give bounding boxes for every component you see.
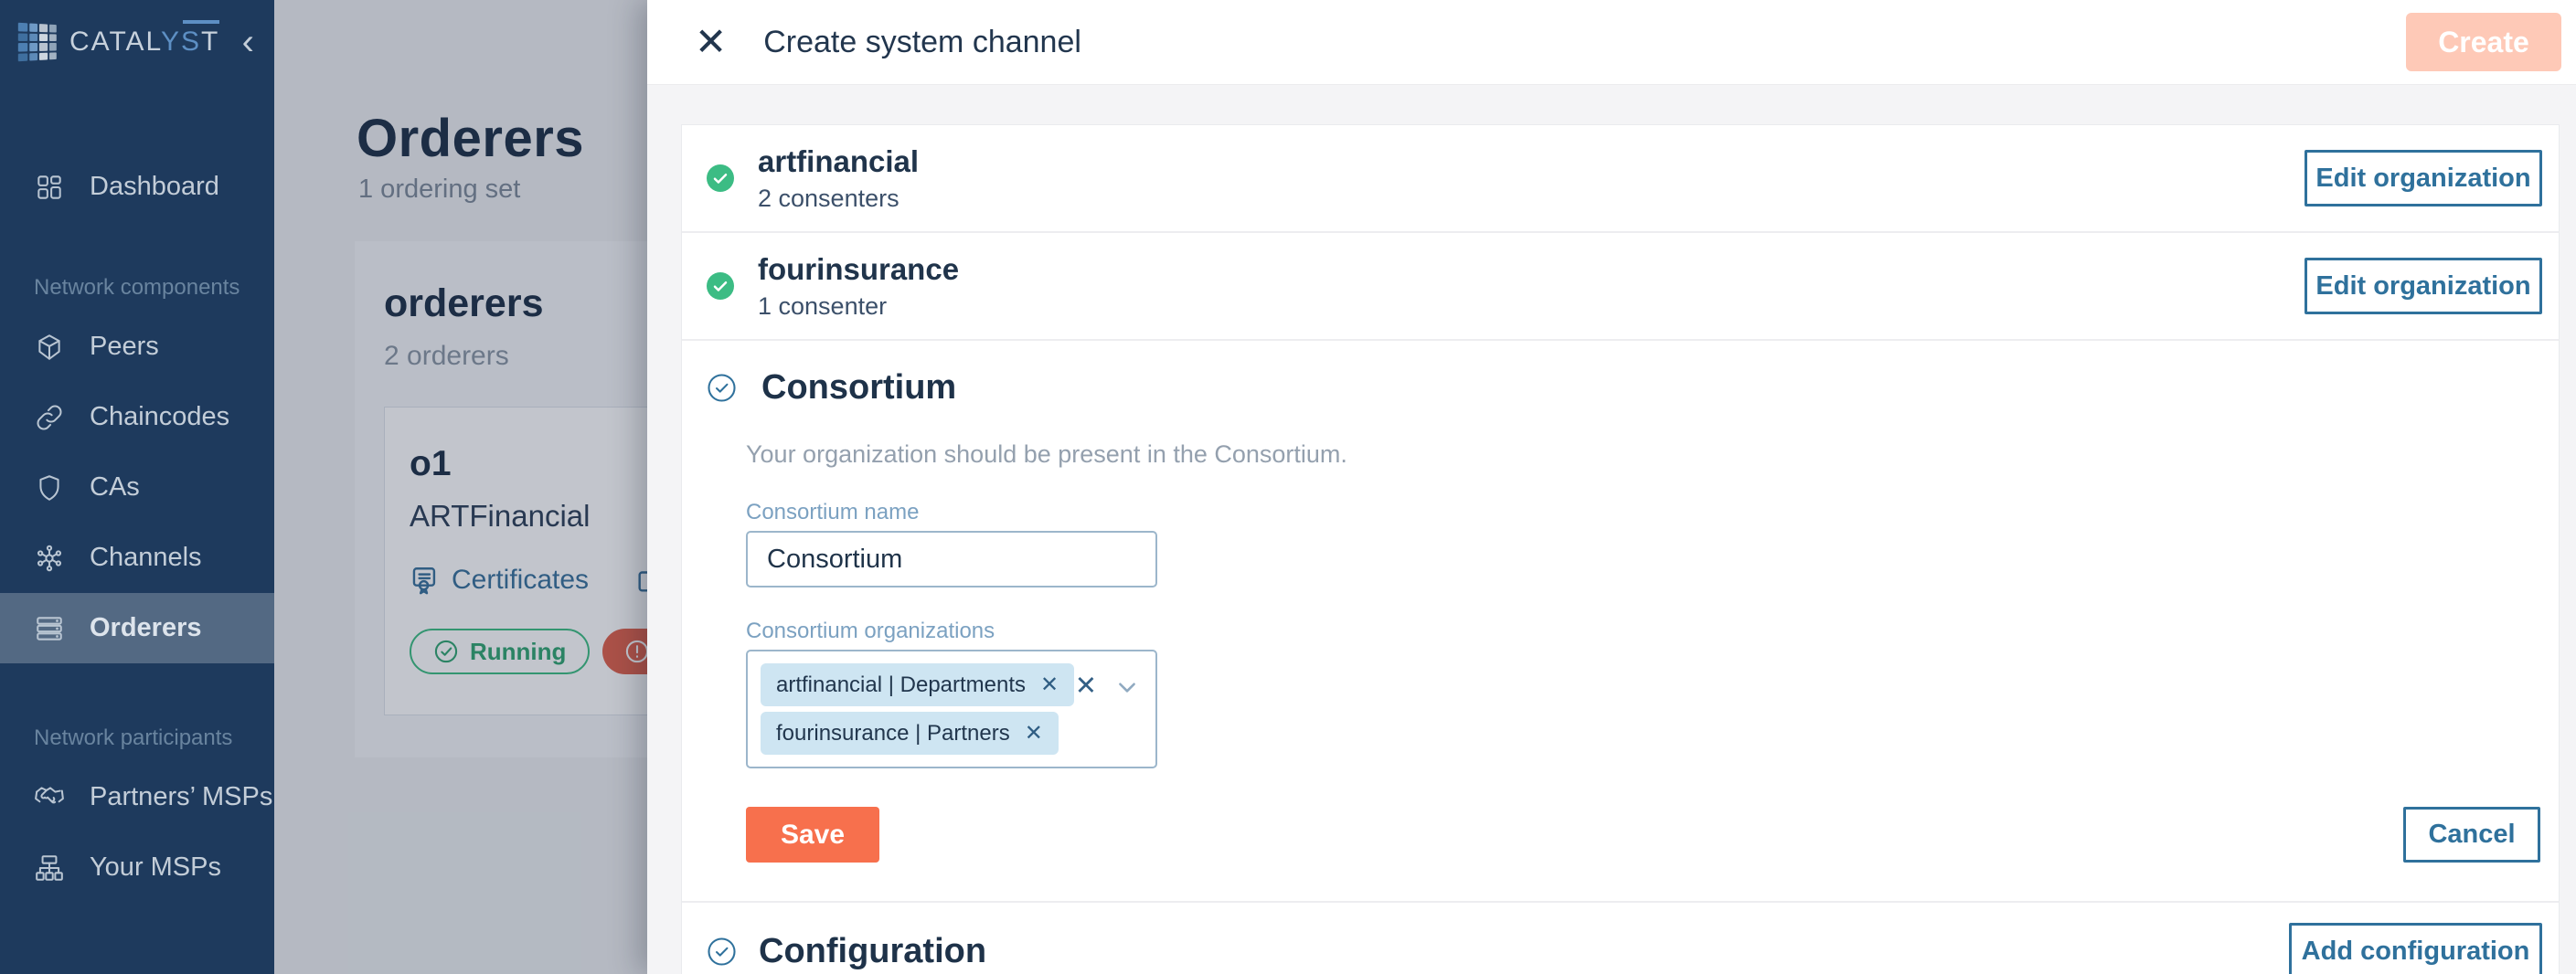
step-check-icon xyxy=(707,373,737,403)
sidebar-item-channels[interactable]: Channels xyxy=(0,523,274,593)
save-button[interactable]: Save xyxy=(746,807,879,863)
sidebar-item-label: Chaincodes xyxy=(90,402,229,432)
sidebar-item-your-msps[interactable]: Your MSPs xyxy=(0,832,274,903)
catalyst-logo-icon xyxy=(18,23,57,61)
consortium-section: Consortium Your organization should be p… xyxy=(682,341,2559,901)
cancel-button[interactable]: Cancel xyxy=(2403,807,2540,863)
consortium-orgs-label: Consortium organizations xyxy=(746,619,2540,644)
org-name: fourinsurance xyxy=(758,252,959,287)
sidebar-item-label: Channels xyxy=(90,543,202,573)
edit-organization-button[interactable]: Edit organization xyxy=(2305,150,2542,206)
consortium-description: Your organization should be present in t… xyxy=(746,440,2540,469)
clear-all-icon[interactable]: ✕ xyxy=(1075,673,1097,700)
sidebar-item-label: Your MSPs xyxy=(90,852,221,883)
consortium-orgs-multiselect[interactable]: artfinancial | Departments ✕ fourinsuran… xyxy=(746,650,1157,768)
sidebar-item-orderers[interactable]: Orderers xyxy=(0,593,274,663)
sidebar-item-dashboard[interactable]: Dashboard xyxy=(0,152,274,222)
logo-wordmark: CATALYST xyxy=(69,26,219,58)
chain-link-icon xyxy=(34,402,65,433)
sidebar-nav: Dashboard Network components Peers Chain… xyxy=(0,152,274,903)
org-row-artfinancial: artfinancial 2 consenters Edit organizat… xyxy=(682,125,2559,231)
sidebar-item-cas[interactable]: CAs xyxy=(0,452,274,523)
create-system-channel-modal: ✕ Create system channel Create artfinanc… xyxy=(647,0,2576,974)
modal-header: ✕ Create system channel Create xyxy=(647,0,2576,85)
server-stack-icon xyxy=(34,613,65,644)
handshake-icon xyxy=(34,782,65,813)
org-texts: artfinancial 2 consenters xyxy=(758,144,919,213)
network-hub-icon xyxy=(34,543,65,574)
sidebar-item-label: Dashboard xyxy=(90,172,219,202)
consortium-form-buttons: Save Cancel xyxy=(746,807,2540,863)
sidebar-item-partners-msps[interactable]: Partners’ MSPs xyxy=(0,762,274,832)
org-chip[interactable]: artfinancial | Departments ✕ xyxy=(761,663,1074,706)
sidebar-section-network-participants: Network participants xyxy=(0,725,274,751)
app-root: CATALYST ‹ Dashboard Network components … xyxy=(0,0,2576,974)
sidebar-item-label: Partners’ MSPs xyxy=(90,782,272,812)
configuration-section: Configuration Add configuration xyxy=(682,903,2559,974)
multiselect-controls: ✕ xyxy=(1075,673,1139,700)
chip-remove-icon[interactable]: ✕ xyxy=(1025,720,1043,746)
chip-remove-icon[interactable]: ✕ xyxy=(1040,672,1059,698)
sidebar-section-network-components: Network components xyxy=(0,275,274,301)
consortium-name-label: Consortium name xyxy=(746,500,2540,525)
org-chip-label: fourinsurance | Partners xyxy=(776,721,1010,746)
sidebar-item-label: Peers xyxy=(90,332,159,362)
sidebar-item-label: CAs xyxy=(90,472,140,503)
success-check-icon xyxy=(707,164,734,192)
org-chip-label: artfinancial | Departments xyxy=(776,672,1026,698)
sidebar-item-label: Orderers xyxy=(90,613,202,643)
consortium-section-head: Consortium xyxy=(707,368,2540,408)
add-configuration-button[interactable]: Add configuration xyxy=(2289,923,2542,974)
cube-icon xyxy=(34,332,65,363)
org-detail: 1 consenter xyxy=(758,292,959,321)
modal-card: artfinancial 2 consenters Edit organizat… xyxy=(681,124,2560,974)
sidebar-collapse-icon[interactable]: ‹ xyxy=(235,24,261,60)
consortium-name-input[interactable] xyxy=(746,531,1157,588)
org-detail: 2 consenters xyxy=(758,185,919,213)
close-icon[interactable]: ✕ xyxy=(695,23,727,61)
success-check-icon xyxy=(707,272,734,300)
sidebar-item-peers[interactable]: Peers xyxy=(0,312,274,382)
chevron-down-icon[interactable] xyxy=(1115,675,1139,699)
consortium-title: Consortium xyxy=(761,368,956,408)
modal-body: artfinancial 2 consenters Edit organizat… xyxy=(647,85,2576,974)
step-check-icon xyxy=(707,937,737,967)
create-button[interactable]: Create xyxy=(2406,13,2561,71)
shield-icon xyxy=(34,472,65,503)
edit-organization-button[interactable]: Edit organization xyxy=(2305,258,2542,314)
modal-title: Create system channel xyxy=(763,25,1081,60)
configuration-title: Configuration xyxy=(759,932,986,971)
org-row-fourinsurance: fourinsurance 1 consenter Edit organizat… xyxy=(682,233,2559,339)
org-chart-icon xyxy=(34,852,65,884)
sidebar: CATALYST ‹ Dashboard Network components … xyxy=(0,0,274,974)
logo-row: CATALYST ‹ xyxy=(0,0,274,60)
org-texts: fourinsurance 1 consenter xyxy=(758,252,959,321)
sidebar-item-chaincodes[interactable]: Chaincodes xyxy=(0,382,274,452)
dashboard-icon xyxy=(34,172,65,203)
org-chip[interactable]: fourinsurance | Partners ✕ xyxy=(761,712,1059,755)
org-name: artfinancial xyxy=(758,144,919,179)
